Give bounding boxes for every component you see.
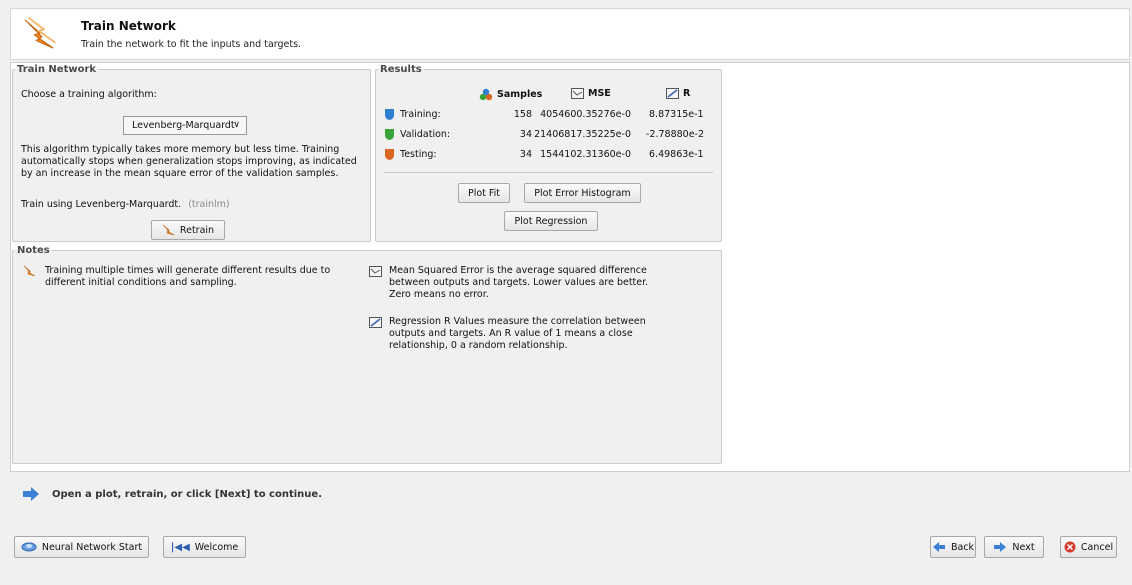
training-r: 8.87315e-1 bbox=[649, 109, 704, 120]
validation-samples: 34 bbox=[519, 129, 532, 140]
train-function-name: (trainlm) bbox=[188, 199, 230, 210]
results-divider bbox=[384, 172, 713, 173]
results-legend: Results bbox=[380, 64, 422, 75]
training-note-icon bbox=[23, 265, 36, 277]
mse-icon bbox=[571, 88, 584, 99]
algorithm-description: This algorithm typically takes more memo… bbox=[21, 144, 357, 179]
cancel-icon bbox=[1064, 541, 1076, 553]
validation-shield-icon bbox=[385, 129, 394, 140]
algorithm-select-value: Levenberg-Marquardt bbox=[132, 120, 235, 131]
testing-row-label: Testing: bbox=[384, 148, 437, 161]
train-using-text: Train using Levenberg-Marquardt. (trainl… bbox=[21, 199, 230, 210]
validation-row-label: Validation: bbox=[384, 128, 450, 141]
neural-network-start-icon bbox=[21, 542, 37, 552]
regression-note-icon bbox=[369, 317, 382, 328]
r-header: R bbox=[666, 88, 690, 99]
results-panel: Results Samples MSE R Training: 158 4054… bbox=[375, 64, 722, 242]
neural-network-start-button[interactable]: Neural Network Start bbox=[14, 536, 149, 558]
arrow-right-icon bbox=[994, 542, 1007, 552]
plot-regression-label: Plot Regression bbox=[514, 215, 588, 227]
status-message: Open a plot, retrain, or click [Next] to… bbox=[52, 488, 322, 500]
plot-fit-label: Plot Fit bbox=[467, 187, 501, 199]
testing-samples: 34 bbox=[519, 149, 532, 160]
status-message-row: Open a plot, retrain, or click [Next] to… bbox=[22, 487, 322, 501]
samples-icon bbox=[479, 88, 493, 101]
train-network-legend: Train Network bbox=[17, 64, 97, 75]
retrain-button[interactable]: Retrain bbox=[151, 220, 225, 240]
mse-note: Mean Squared Error is the average square… bbox=[389, 265, 649, 300]
regression-note: Regression R Values measure the correlat… bbox=[389, 316, 646, 351]
page-title: Train Network bbox=[81, 19, 176, 33]
train-network-panel: Train Network Choose a training algorith… bbox=[12, 64, 371, 242]
first-page-icon: |◀◀ bbox=[170, 541, 190, 553]
header-banner: Train Network Train the network to fit t… bbox=[10, 8, 1130, 60]
neural-network-start-label: Neural Network Start bbox=[41, 541, 143, 553]
validation-label: Validation: bbox=[400, 129, 451, 140]
choose-algorithm-label: Choose a training algorithm: bbox=[21, 89, 157, 100]
chevron-down-icon: ∨ bbox=[233, 120, 240, 130]
mse-header: MSE bbox=[571, 88, 611, 99]
training-note: Training multiple times will generate di… bbox=[45, 265, 331, 288]
notes-panel: Notes Training multiple times will gener… bbox=[12, 245, 722, 464]
training-row-label: Training: bbox=[384, 108, 441, 121]
back-label: Back bbox=[950, 541, 975, 553]
back-button[interactable]: Back bbox=[930, 536, 976, 558]
testing-r: 6.49863e-1 bbox=[649, 149, 704, 160]
training-mse: 4054600.35276e-0 bbox=[540, 109, 631, 120]
algorithm-select[interactable]: Levenberg-Marquardt ∨ bbox=[123, 116, 247, 135]
r-header-label: R bbox=[683, 88, 691, 99]
next-button[interactable]: Next bbox=[984, 536, 1044, 558]
plot-regression-button[interactable]: Plot Regression bbox=[504, 211, 598, 231]
welcome-label: Welcome bbox=[194, 541, 239, 553]
arrow-right-icon bbox=[23, 487, 39, 501]
samples-header: Samples bbox=[479, 88, 542, 101]
welcome-button[interactable]: |◀◀ Welcome bbox=[163, 536, 246, 558]
plot-fit-button[interactable]: Plot Fit bbox=[458, 183, 510, 203]
content-area: Train Network Choose a training algorith… bbox=[10, 62, 1130, 472]
page-subtitle: Train the network to fit the inputs and … bbox=[81, 39, 302, 50]
mse-header-label: MSE bbox=[588, 88, 611, 99]
cancel-label: Cancel bbox=[1080, 541, 1114, 553]
mse-note-icon bbox=[369, 266, 382, 277]
training-samples: 158 bbox=[513, 109, 532, 120]
testing-label: Testing: bbox=[400, 149, 437, 160]
testing-mse: 1544102.31360e-0 bbox=[540, 149, 631, 160]
arrow-left-icon bbox=[932, 542, 945, 552]
train-using-label: Train using Levenberg-Marquardt. bbox=[21, 199, 182, 210]
plot-error-histogram-button[interactable]: Plot Error Histogram bbox=[524, 183, 641, 203]
testing-shield-icon bbox=[385, 149, 394, 160]
retrain-icon bbox=[162, 224, 175, 236]
next-label: Next bbox=[1012, 541, 1035, 553]
training-shield-icon bbox=[385, 109, 394, 120]
plot-error-histogram-label: Plot Error Histogram bbox=[534, 187, 631, 199]
retrain-label: Retrain bbox=[179, 224, 215, 236]
regression-icon bbox=[666, 88, 679, 99]
validation-mse: 21406817.35225e-0 bbox=[534, 129, 631, 140]
cancel-button[interactable]: Cancel bbox=[1060, 536, 1117, 558]
notes-legend: Notes bbox=[17, 245, 50, 256]
validation-r: -2.78880e-2 bbox=[646, 129, 705, 140]
training-label: Training: bbox=[400, 109, 441, 120]
train-network-icon bbox=[24, 17, 56, 49]
samples-header-label: Samples bbox=[497, 89, 543, 100]
